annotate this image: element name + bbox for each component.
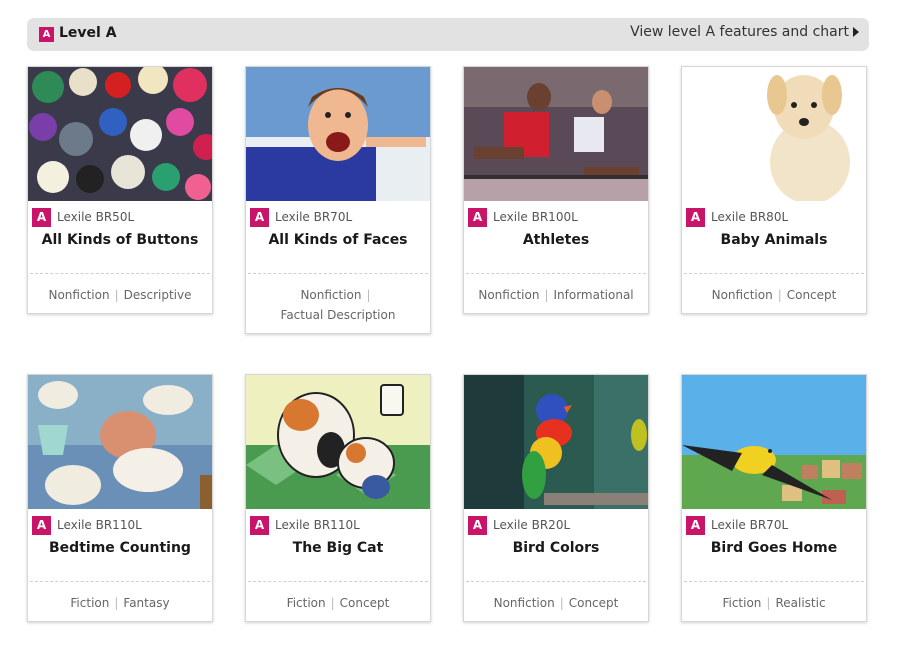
text-type-label: Factual Description (280, 308, 396, 322)
book-card[interactable]: A Lexile BR70L Bird Goes Home Fiction | Re… (681, 374, 867, 622)
level-badge: A (32, 515, 51, 535)
text-type-label: Descriptive (123, 288, 192, 302)
genre-label: Fiction (722, 596, 762, 610)
lexile-measure: Lexile BR70L (711, 518, 789, 532)
book-cover-image[interactable] (246, 67, 430, 201)
book-card[interactable]: A Lexile BR70L All Kinds of Faces Nonfic… (245, 66, 431, 334)
book-cover-image[interactable] (246, 375, 430, 509)
book-cover-image[interactable] (464, 67, 648, 201)
book-title[interactable]: Bird Goes Home (682, 537, 866, 581)
genre-label: Nonfiction (711, 288, 773, 302)
text-type-label: Fantasy (123, 596, 170, 610)
lexile-row: A Lexile BR20L (464, 513, 648, 537)
lexile-measure: Lexile BR110L (275, 518, 360, 532)
lexile-measure: Lexile BR50L (57, 210, 135, 224)
level-title: Level A (59, 25, 117, 41)
level-badge: A (250, 515, 269, 535)
book-title[interactable]: Athletes (464, 229, 648, 273)
book-card[interactable]: A Lexile BR110L The Big Cat Fiction | Conc… (245, 374, 431, 622)
book-title[interactable]: Bird Colors (464, 537, 648, 581)
text-type-label: Concept (786, 288, 837, 302)
book-title[interactable]: Baby Animals (682, 229, 866, 273)
lexile-row: A Lexile BR70L (246, 205, 430, 229)
book-cover-image[interactable] (682, 67, 866, 201)
book-tags: Fiction | Concept (286, 596, 390, 610)
book-cover-image[interactable] (28, 375, 212, 509)
text-type-label: Concept (568, 596, 619, 610)
chevron-right-icon (853, 27, 859, 37)
book-title[interactable]: All Kinds of Faces (246, 229, 430, 273)
level-badge: A (468, 515, 487, 535)
book-card[interactable]: A Lexile BR50L All Kinds of Buttons Nonf… (27, 66, 213, 314)
book-tags: Nonfiction | Informational (478, 288, 634, 302)
text-type-label: Concept (339, 596, 390, 610)
book-card[interactable]: A Lexile BR100L Athletes Nonfiction | Info… (463, 66, 649, 314)
book-title[interactable]: Bedtime Counting (28, 537, 212, 581)
book-tags: Nonfiction | Descriptive (48, 288, 192, 302)
level-badge: A (39, 27, 54, 42)
level-badge: A (468, 207, 487, 227)
level-badge: A (686, 207, 705, 227)
genre-label: Nonfiction (48, 288, 110, 302)
book-tags: Fiction | Fantasy (70, 596, 170, 610)
lexile-row: A Lexile BR70L (682, 513, 866, 537)
genre-label: Fiction (70, 596, 110, 610)
book-title[interactable]: The Big Cat (246, 537, 430, 581)
lexile-row: A Lexile BR50L (28, 205, 212, 229)
book-cover-image[interactable] (28, 67, 212, 201)
lexile-measure: Lexile BR110L (57, 518, 142, 532)
text-type-label: Informational (553, 288, 634, 302)
lexile-measure: Lexile BR100L (493, 210, 578, 224)
level-badge: A (686, 515, 705, 535)
book-tags: Nonfiction | Concept (711, 288, 837, 302)
book-cover-image[interactable] (464, 375, 648, 509)
genre-label: Nonfiction (493, 596, 555, 610)
book-card[interactable]: A Lexile BR110L Bedtime Counting Fiction… (27, 374, 213, 622)
view-features-link-label: View level A features and chart (630, 24, 849, 40)
level-badge: A (32, 207, 51, 227)
book-tags: Fiction | Realistic (722, 596, 826, 610)
genre-label: Fiction (286, 596, 326, 610)
book-tags: Nonfiction | Factual Description (280, 288, 396, 322)
lexile-row: A Lexile BR80L (682, 205, 866, 229)
book-card[interactable]: A Lexile BR20L Bird Colors Nonfiction | Co… (463, 374, 649, 622)
text-type-label: Realistic (775, 596, 826, 610)
lexile-row: A Lexile BR110L (28, 513, 212, 537)
genre-label: Nonfiction (300, 288, 362, 302)
book-title[interactable]: All Kinds of Buttons (28, 229, 212, 273)
book-tags: Nonfiction | Concept (493, 596, 619, 610)
level-badge: A (250, 207, 269, 227)
genre-label: Nonfiction (478, 288, 540, 302)
lexile-measure: Lexile BR80L (711, 210, 789, 224)
level-header: A Level A View level A features and char… (27, 18, 869, 51)
lexile-row: A Lexile BR100L (464, 205, 648, 229)
lexile-row: A Lexile BR110L (246, 513, 430, 537)
lexile-measure: Lexile BR20L (493, 518, 571, 532)
book-card[interactable]: A Lexile BR80L Baby Animals Nonfiction | C… (681, 66, 867, 314)
book-cover-image[interactable] (682, 375, 866, 509)
view-features-link[interactable]: View level A features and chart (630, 24, 859, 40)
lexile-measure: Lexile BR70L (275, 210, 353, 224)
